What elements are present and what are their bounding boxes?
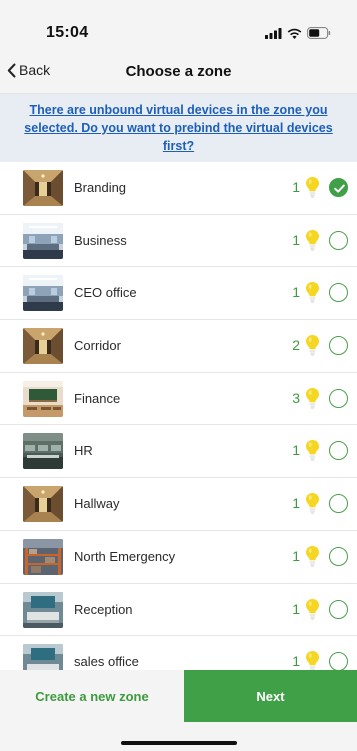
zone-select-radio[interactable] xyxy=(329,599,348,619)
light-bulb-icon xyxy=(306,282,319,303)
zone-device-count: 1 xyxy=(292,231,300,248)
zone-name: sales office xyxy=(74,654,139,670)
light-bulb-icon xyxy=(306,229,319,251)
light-bulb-icon xyxy=(306,440,319,462)
prebind-devices-link[interactable]: There are unbound virtual devices in the… xyxy=(24,103,332,153)
battery-icon xyxy=(307,27,331,39)
zone-select-radio[interactable] xyxy=(329,652,348,670)
zone-name: HR xyxy=(74,443,93,459)
zone-select-radio[interactable] xyxy=(329,230,348,250)
zone-select-radio[interactable] xyxy=(329,441,348,461)
zone-list-item[interactable]: HR 1 xyxy=(0,425,357,479)
zone-list: Branding 1 Business 1 CEO office 1 Corri… xyxy=(0,162,357,670)
home-indicator[interactable] xyxy=(121,741,237,745)
zone-name: Branding xyxy=(74,180,127,195)
unbound-devices-notice: There are unbound virtual devices in the… xyxy=(0,94,357,162)
wifi-icon xyxy=(287,28,302,39)
zone-thumbnail xyxy=(23,644,63,670)
zone-device-count: 2 xyxy=(292,337,300,354)
zone-device-count: 1 xyxy=(292,442,300,459)
zone-device-count: 1 xyxy=(292,284,300,301)
page-title: Choose a zone xyxy=(125,63,232,80)
zone-name: Hallway xyxy=(74,496,120,512)
zone-device-count: 1 xyxy=(292,495,300,512)
light-bulb-icon xyxy=(306,335,319,356)
light-bulb-icon xyxy=(306,651,319,670)
zone-thumbnail xyxy=(23,170,63,206)
zone-name: Finance xyxy=(74,390,121,406)
zone-name: CEO office xyxy=(74,285,137,301)
zone-device-count: 1 xyxy=(292,179,300,195)
zone-thumbnail xyxy=(23,486,63,523)
zone-thumbnail xyxy=(23,433,63,470)
zone-select-radio[interactable] xyxy=(329,283,348,303)
zone-thumbnail xyxy=(23,328,63,365)
zone-device-count: 1 xyxy=(292,547,300,564)
status-time: 15:04 xyxy=(46,24,89,41)
zone-name: Reception xyxy=(74,601,133,617)
zone-list-item[interactable]: Business 1 xyxy=(0,214,357,268)
cellular-signal-icon xyxy=(265,27,282,39)
light-bulb-icon xyxy=(306,177,319,198)
zone-name: Business xyxy=(74,232,127,248)
status-bar: 15:04 xyxy=(0,0,357,48)
navigation-bar: Back Choose a zone xyxy=(0,48,357,94)
zone-thumbnail xyxy=(23,538,63,575)
home-indicator-area xyxy=(0,722,357,751)
zone-name: Corridor xyxy=(74,338,121,354)
zone-device-count: 1 xyxy=(292,653,300,670)
zone-name: North Emergency xyxy=(74,548,176,564)
zone-list-item[interactable]: CEO office 1 xyxy=(0,267,357,321)
zone-select-radio[interactable] xyxy=(329,178,348,197)
zone-thumbnail xyxy=(23,591,63,628)
next-button[interactable]: Next xyxy=(184,670,357,722)
status-icons xyxy=(265,26,331,40)
zone-thumbnail xyxy=(23,275,63,312)
zone-list-item[interactable]: sales office 1 xyxy=(0,636,357,670)
light-bulb-icon xyxy=(306,545,319,567)
zone-select-radio[interactable] xyxy=(329,494,348,514)
zone-select-radio[interactable] xyxy=(329,388,348,408)
light-bulb-icon xyxy=(306,598,319,620)
light-bulb-icon xyxy=(306,387,319,409)
zone-select-radio[interactable] xyxy=(329,546,348,566)
create-zone-button[interactable]: Create a new zone xyxy=(0,670,184,722)
zone-list-item[interactable]: Reception 1 xyxy=(0,583,357,637)
zone-list-item[interactable]: Corridor 2 xyxy=(0,320,357,373)
zone-list-item[interactable]: Hallway 1 xyxy=(0,478,357,531)
zone-select-radio[interactable] xyxy=(329,336,348,356)
zone-rows: Branding 1 Business 1 CEO office 1 Corri… xyxy=(0,162,357,670)
bottom-action-bar: Create a new zone Next xyxy=(0,670,357,722)
zone-thumbnail xyxy=(23,222,63,259)
zone-thumbnail xyxy=(23,380,63,417)
zone-list-item[interactable]: North Emergency 1 xyxy=(0,530,357,584)
checkmark-icon xyxy=(334,184,345,193)
zone-list-item[interactable]: Finance 3 xyxy=(0,372,357,426)
zone-list-item[interactable]: Branding 1 xyxy=(0,162,357,215)
light-bulb-icon xyxy=(306,493,319,514)
zone-device-count: 1 xyxy=(292,600,300,617)
zone-device-count: 3 xyxy=(292,389,300,406)
